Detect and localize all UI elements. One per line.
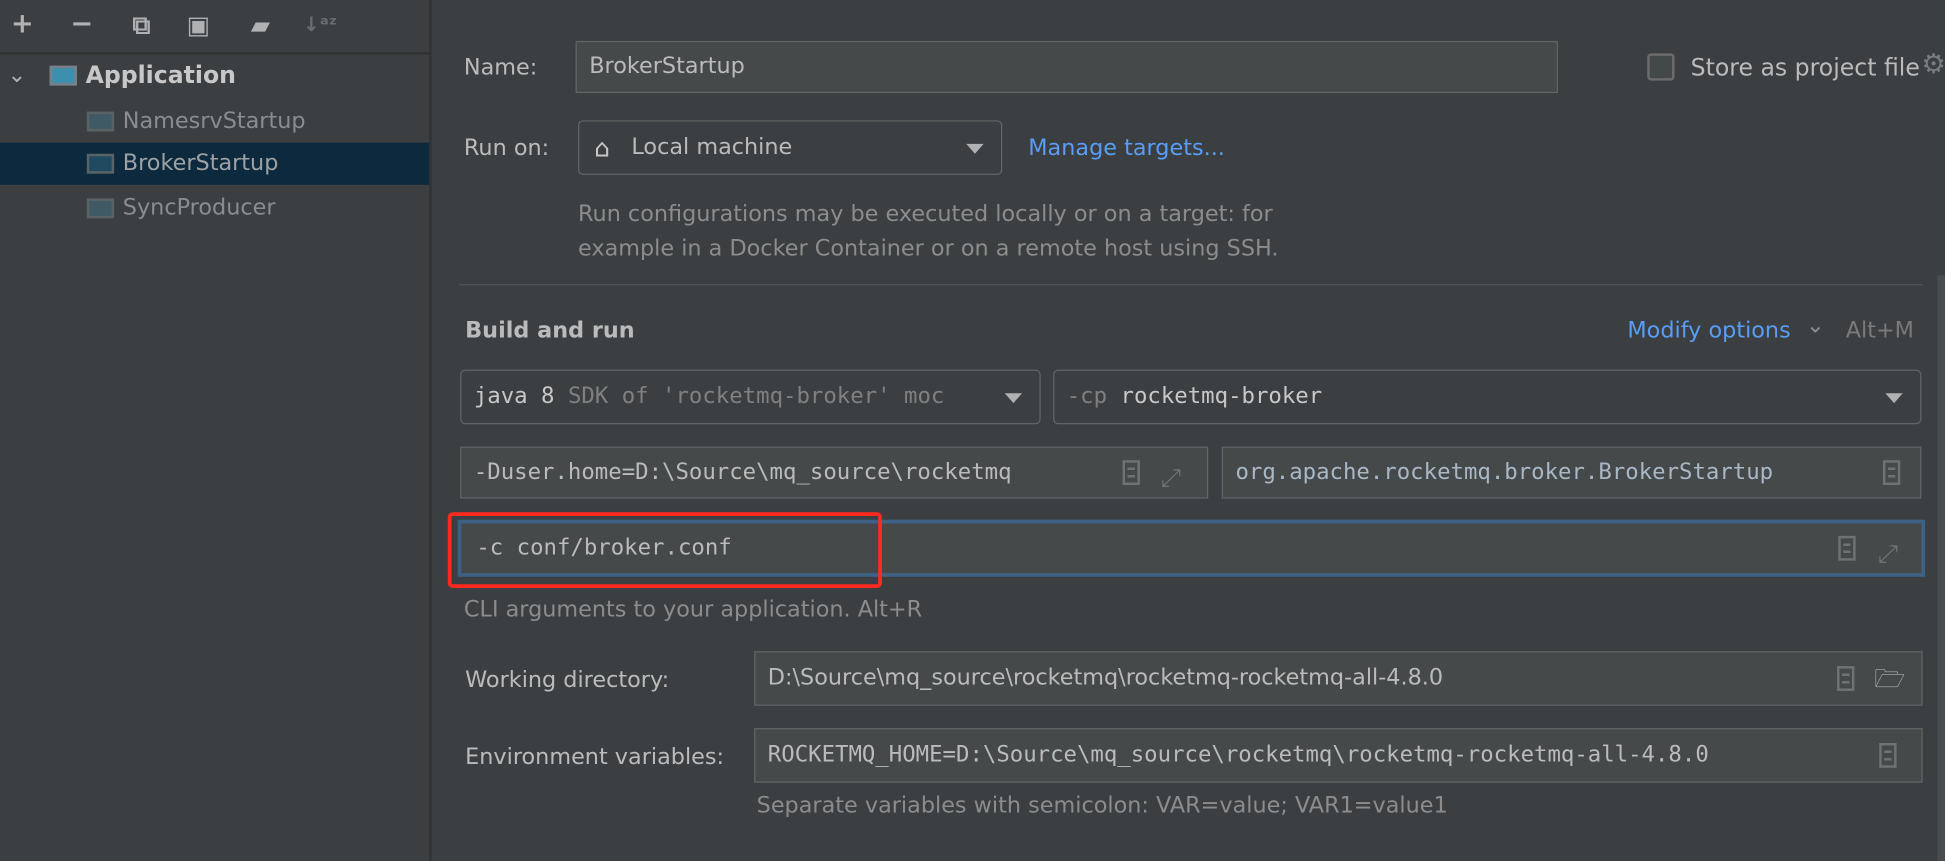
vm-options-value: -Duser.home=D:\Source\mq_source\rocketmq [473,458,1012,485]
tree-item-brokerstartup[interactable]: BrokerStartup [0,142,430,185]
jre-hint: SDK of 'rocketmq-broker' moc [567,383,945,410]
run-on-hint: Run configurations may be executed local… [578,200,1273,227]
dropdown-arrow-icon [1885,393,1903,404]
environment-variables-label: Environment variables: [465,744,725,771]
application-icon [86,153,115,174]
divider [458,284,1923,286]
working-directory-input[interactable]: D:\Source\mq_source\rocketmq\rocketmq-ro… [754,651,1923,706]
cp-value: rocketmq-broker [1120,383,1323,410]
run-on-value: Local machine [631,133,793,161]
modify-options-link[interactable]: Modify options [1627,318,1790,344]
manage-targets-link[interactable]: Manage targets... [1028,135,1225,161]
expand-icon[interactable]: ⤢ [1161,453,1181,498]
classpath-dropdown[interactable]: -cp rocketmq-broker [1053,369,1922,425]
document-icon[interactable] [1122,460,1140,485]
main-class-value: org.apache.rocketmq.broker.BrokerStartup [1235,458,1774,485]
sort-alpha-icon[interactable]: ↓ᵃᶻ [303,7,338,42]
tree-group-application[interactable]: ⌄ Application [0,55,429,97]
main-class-input[interactable]: org.apache.rocketmq.broker.BrokerStartup [1221,446,1922,499]
name-label: Name: [463,54,538,81]
sidebar-toolbar: + − ⧉ ▣ ▰ ↓ᵃᶻ [0,0,430,55]
configurations-sidebar: + − ⧉ ▣ ▰ ↓ᵃᶻ ⌄ Application NamesrvStart… [0,0,432,861]
name-input[interactable]: BrokerStartup [575,40,1558,94]
store-as-project-label[interactable]: Store as project file [1691,55,1920,82]
document-icon[interactable] [1882,460,1901,485]
gear-icon[interactable]: ⚙ [1921,50,1945,81]
jre-value: java 8 [473,383,555,410]
tree-group-label: Application [85,62,236,90]
application-icon [86,111,115,132]
application-icon [86,198,115,219]
modify-options-shortcut: Alt+M [1845,317,1914,344]
run-on-hint: example in a Docker Container or on a re… [578,235,1279,262]
tree-item-label: SyncProducer [122,194,276,221]
tree-item-label: BrokerStartup [122,150,279,177]
working-directory-value: D:\Source\mq_source\rocketmq\rocketmq-ro… [767,664,1444,691]
tree-item-syncproducer[interactable]: SyncProducer [0,187,429,229]
cp-prefix: -cp [1066,383,1108,410]
dropdown-arrow-icon [966,143,984,154]
chevron-down-icon[interactable]: ⌄ [7,55,26,97]
copy-icon[interactable]: ⧉ [124,7,159,42]
store-as-project-checkbox[interactable] [1647,53,1675,81]
environment-variables-value: ROCKETMQ_HOME=D:\Source\mq_source\rocket… [767,741,1709,768]
environment-variables-hint: Separate variables with semicolon: VAR=v… [756,792,1448,819]
new-folder-icon[interactable]: ▰ [243,7,278,42]
document-icon[interactable] [1838,535,1856,561]
working-directory-label: Working directory: [465,667,670,694]
section-title: Build and run [465,317,635,344]
chevron-down-icon[interactable]: ⌄ [1806,313,1825,339]
run-on-dropdown[interactable]: ⌂ Local machine [578,120,1003,175]
vm-options-input[interactable]: -Duser.home=D:\Source\mq_source\rocketmq… [460,446,1209,499]
highlight-box [447,512,882,588]
application-icon [49,65,77,86]
expand-icon[interactable]: ⤢ [1878,528,1898,573]
save-icon[interactable]: ▣ [181,7,216,42]
jre-dropdown[interactable]: java 8 SDK of 'rocketmq-broker' moc [460,369,1041,425]
run-on-label: Run on: [463,135,550,162]
folder-open-icon[interactable]: 🗁 [1874,652,1905,704]
add-icon[interactable]: + [5,7,40,42]
home-icon: ⌂ [594,132,610,163]
scrollbar[interactable] [1937,275,1945,861]
program-arguments-hint: CLI arguments to your application. Alt+R [463,596,923,623]
tree-item-namesrvstartup[interactable]: NamesrvStartup [0,100,429,142]
tree-item-label: NamesrvStartup [122,107,306,134]
remove-icon[interactable]: − [65,7,100,42]
document-icon[interactable] [1879,742,1897,768]
dropdown-arrow-icon [1004,393,1023,404]
environment-variables-input[interactable]: ROCKETMQ_HOME=D:\Source\mq_source\rocket… [754,728,1923,783]
document-icon[interactable] [1837,666,1855,691]
